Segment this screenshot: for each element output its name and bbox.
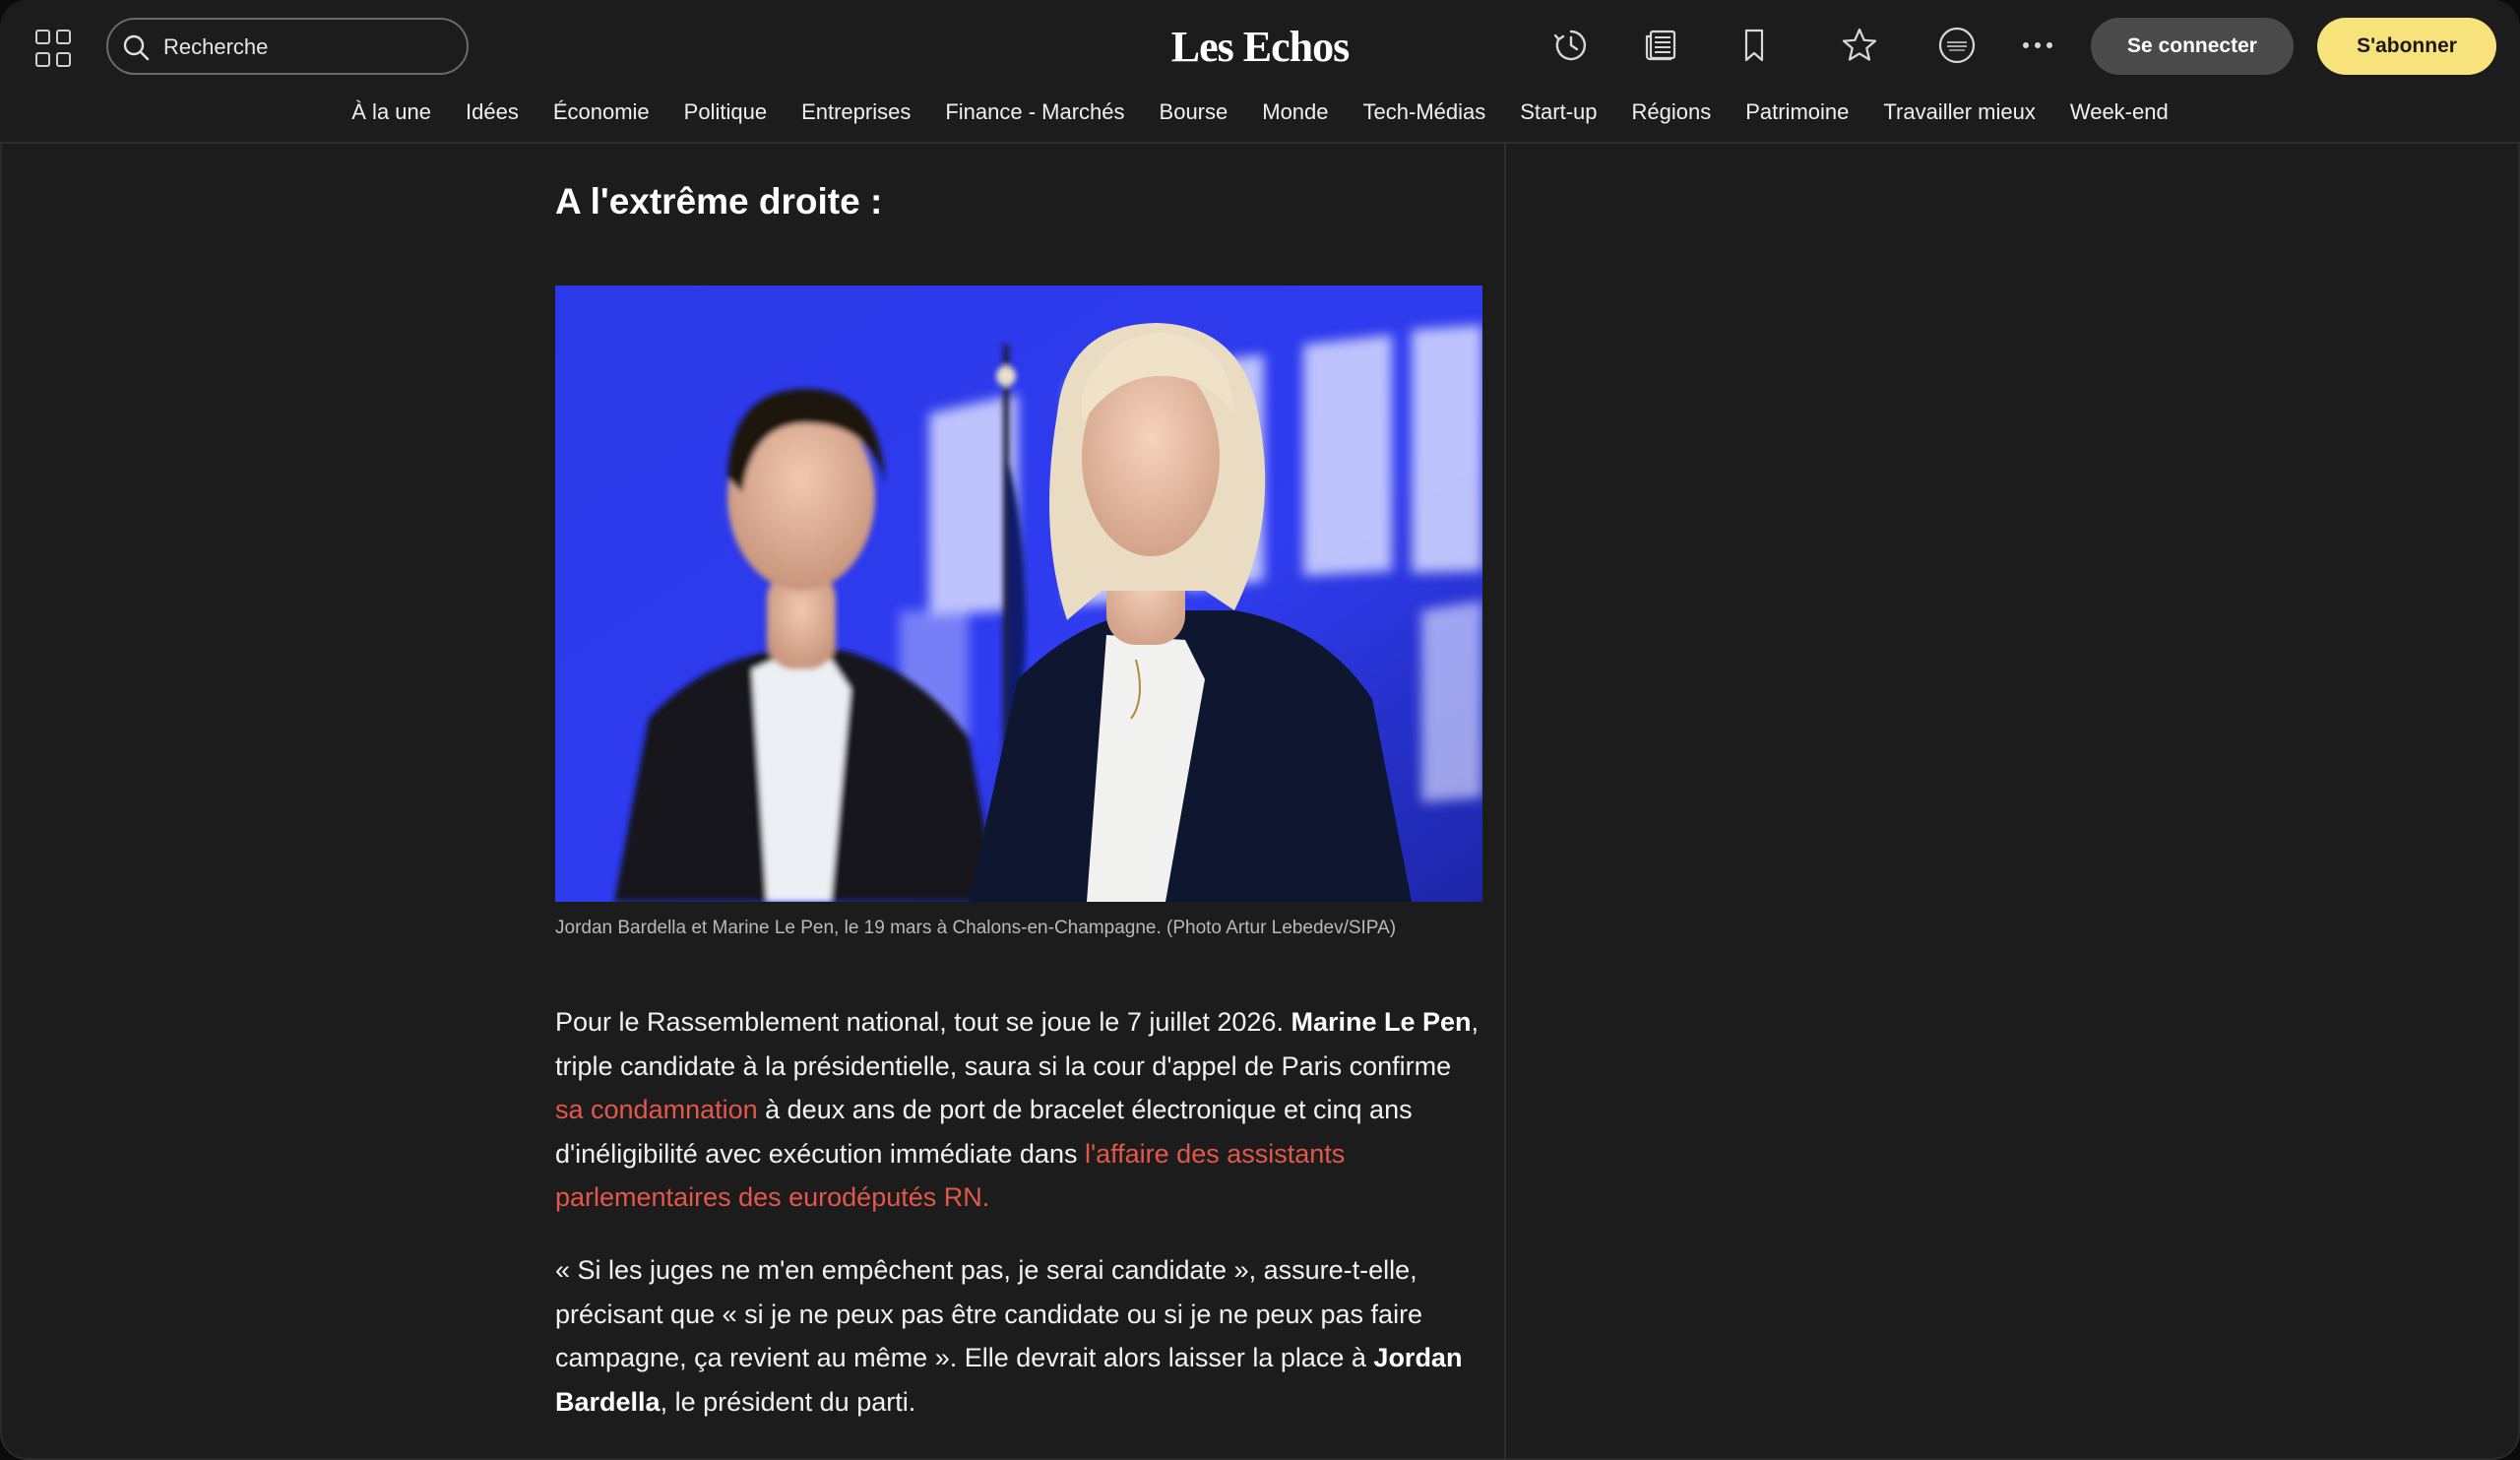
search-icon <box>123 34 150 61</box>
nav-item-travailler-mieux[interactable]: Travailler mieux <box>1883 95 2035 134</box>
paragraph-text: , le président du parti. <box>660 1386 916 1417</box>
nav-item-patrimoine[interactable]: Patrimoine <box>1745 95 1849 134</box>
nav-item-tech-medias[interactable]: Tech-Médias <box>1363 95 1486 134</box>
more-icon[interactable] <box>2012 20 2063 71</box>
history-icon[interactable] <box>1545 20 1597 71</box>
newspaper-icon[interactable] <box>1636 20 1687 71</box>
article-photo[interactable] <box>555 286 1482 902</box>
browser-viewport: Les Echos <box>0 0 2520 1460</box>
nav-item-economie[interactable]: Économie <box>553 95 650 134</box>
main-nav: À la une Idées Économie Politique Entrep… <box>0 95 2520 134</box>
search-input[interactable] <box>161 28 451 67</box>
paragraph-text: « Si les juges ne m'en empêchent pas, je… <box>555 1255 1423 1372</box>
article-paragraph-2: « Si les juges ne m'en empêchent pas, je… <box>555 1248 1482 1424</box>
nav-item-a-la-une[interactable]: À la une <box>351 95 431 134</box>
star-icon[interactable] <box>1834 20 1885 71</box>
nav-item-start-up[interactable]: Start-up <box>1520 95 1597 134</box>
nav-item-monde[interactable]: Monde <box>1262 95 1328 134</box>
paragraph-text: Pour le Rassemblement national, tout se … <box>555 1007 1292 1037</box>
site-logo[interactable]: Les Echos <box>1122 18 1398 77</box>
nav-item-bourse[interactable]: Bourse <box>1160 95 1228 134</box>
site-header: Les Echos <box>0 0 2520 144</box>
link-sa-condamnation[interactable]: sa condamnation <box>555 1095 758 1124</box>
search-box[interactable] <box>106 18 469 75</box>
login-button[interactable]: Se connecter <box>2091 18 2294 75</box>
column-divider <box>1504 142 1506 1460</box>
bookmark-icon[interactable] <box>1729 20 1780 71</box>
apps-grid-icon[interactable] <box>35 30 71 67</box>
nav-item-idees[interactable]: Idées <box>466 95 519 134</box>
photo-caption: Jordan Bardella et Marine Le Pen, le 19 … <box>555 918 1397 938</box>
section-heading: A l'extrême droite : <box>555 181 883 222</box>
les-echos-expert-icon[interactable] <box>1931 20 1983 71</box>
nav-item-regions[interactable]: Régions <box>1632 95 1712 134</box>
nav-item-entreprises[interactable]: Entreprises <box>801 95 911 134</box>
subscribe-button[interactable]: S'abonner <box>2317 18 2496 75</box>
nav-item-politique[interactable]: Politique <box>684 95 767 134</box>
article-paragraph-1: Pour le Rassemblement national, tout se … <box>555 1000 1482 1220</box>
nav-item-finance-marches[interactable]: Finance - Marchés <box>945 95 1124 134</box>
photo-illustration <box>555 286 1482 902</box>
nav-item-week-end[interactable]: Week-end <box>2070 95 2169 134</box>
person-name-marine-le-pen: Marine Le Pen <box>1291 1007 1472 1037</box>
